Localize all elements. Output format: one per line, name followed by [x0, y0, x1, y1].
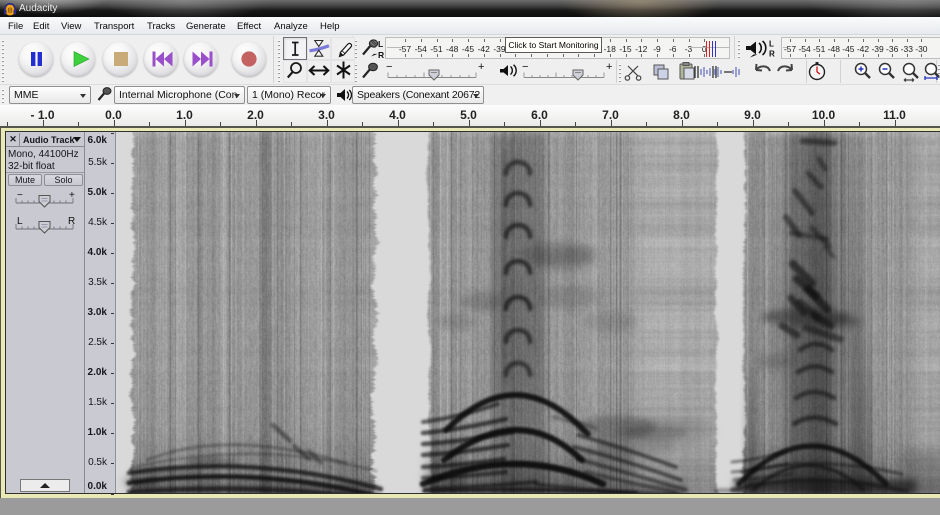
svg-text:+: +	[606, 61, 612, 73]
svg-text:L: L	[17, 216, 23, 227]
svg-text:L: L	[378, 39, 383, 49]
svg-text:R: R	[68, 216, 75, 227]
svg-text:L: L	[769, 40, 774, 49]
svg-text:−: −	[522, 61, 528, 73]
svg-text:R: R	[378, 50, 384, 60]
svg-text:−: −	[386, 61, 392, 73]
svg-text:+: +	[478, 61, 484, 73]
svg-text:+: +	[69, 192, 75, 201]
svg-text:−: −	[17, 192, 23, 201]
svg-text:R: R	[769, 50, 775, 59]
